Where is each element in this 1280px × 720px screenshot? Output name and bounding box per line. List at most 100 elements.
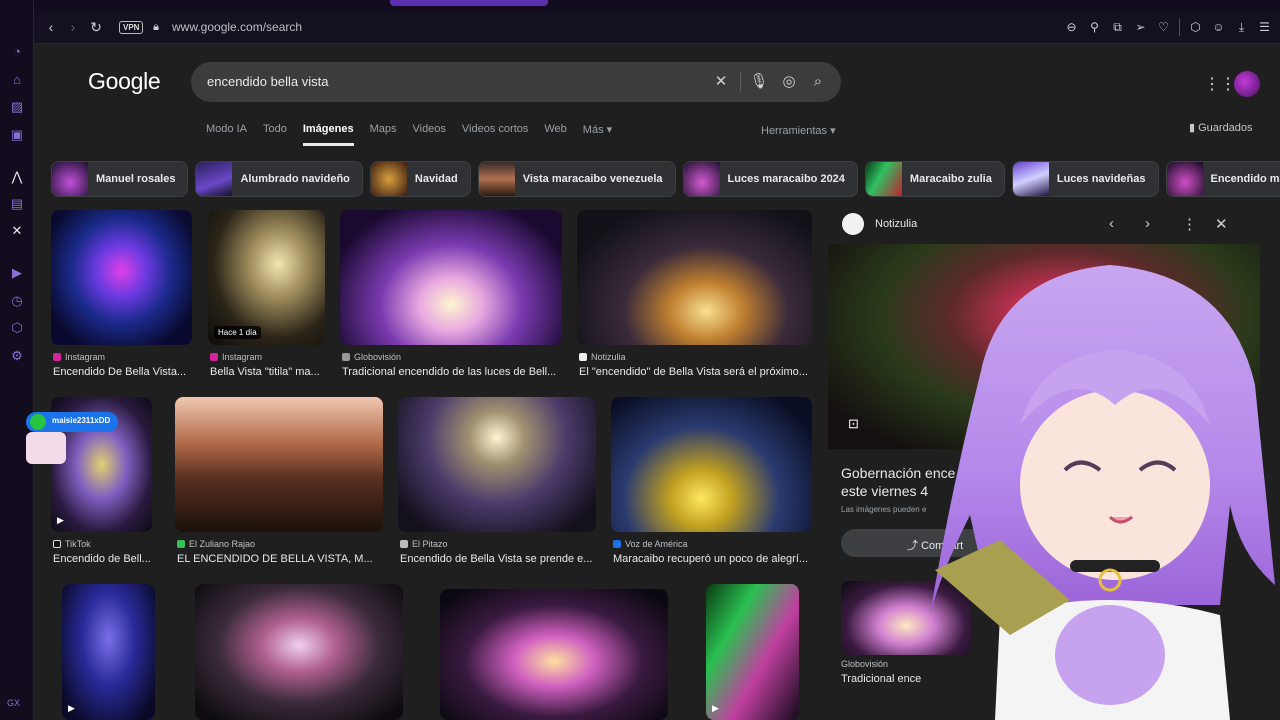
result-thumbnail[interactable]: ▶ [706, 584, 799, 720]
result-source[interactable]: El Pitazo [400, 539, 448, 549]
profile-icon[interactable]: ☺ [1211, 18, 1226, 36]
messenger-icon[interactable]: ▣ [9, 127, 25, 143]
tab-short-videos[interactable]: Videos cortos [462, 123, 528, 146]
active-tab[interactable] [390, 0, 548, 6]
prev-icon[interactable]: ‹ [1109, 215, 1114, 232]
result-caption[interactable]: Encendido de Bell... [53, 553, 153, 565]
result-thumbnail[interactable] [577, 210, 812, 345]
search-bar[interactable]: encendido bella vista ✕ 🎙︎ ◎ ⌕ [191, 62, 841, 102]
preview-image[interactable]: ⊡ [828, 244, 1260, 449]
result-caption[interactable]: Bella Vista "titila" ma... [210, 366, 325, 378]
chip[interactable]: Alumbrado navideño [195, 161, 363, 197]
search-divider [740, 72, 741, 92]
related-source[interactable]: Globovisión [841, 659, 888, 669]
chip-thumbnail [196, 162, 233, 196]
result-source[interactable]: Notizulia [579, 352, 626, 362]
panel-source-name[interactable]: Notizulia [875, 218, 917, 230]
lens-search-icon[interactable]: ⊡ [848, 416, 859, 432]
chip[interactable]: Vista maracaibo venezuela [477, 161, 676, 197]
chip[interactable]: Luces maracaibo 2024 [682, 161, 858, 197]
send-icon[interactable]: ➢ [1133, 18, 1148, 36]
result-thumbnail[interactable] [611, 397, 812, 532]
search-icon[interactable]: ⌕ [808, 72, 828, 92]
mic-icon[interactable]: 🎙︎ [749, 72, 769, 92]
avatar[interactable] [1234, 71, 1260, 97]
result-thumbnail[interactable] [440, 589, 668, 720]
google-logo[interactable]: Google [88, 68, 161, 95]
tab-images[interactable]: Imágenes [302, 123, 354, 146]
saved-label: Guardados [1198, 122, 1253, 134]
related-caption[interactable]: Tradicional ence [841, 673, 921, 685]
more-icon[interactable]: ⋮ [1182, 215, 1197, 233]
menu-icon[interactable]: ☰ [1257, 18, 1272, 36]
bag-icon[interactable]: ⌂ [9, 72, 25, 88]
x-icon[interactable]: ✕ [9, 223, 25, 239]
tab-maps[interactable]: Maps [370, 123, 397, 146]
chip[interactable]: Manuel rosales [51, 161, 189, 197]
result-caption[interactable]: EL ENCENDIDO DE BELLA VISTA, M... [177, 553, 382, 565]
related-thumbnail[interactable] [841, 581, 971, 655]
result-source-label: Instagram [65, 352, 106, 362]
close-icon[interactable]: ✕ [1215, 215, 1228, 233]
result-thumbnail[interactable]: ▶ [62, 584, 155, 720]
clear-icon[interactable]: ✕ [711, 72, 731, 92]
result-caption[interactable]: Tradicional encendido de las luces de Be… [342, 366, 564, 378]
snapshot-icon[interactable]: ⧉ [1110, 18, 1125, 36]
chip-thumbnail [52, 162, 88, 196]
result-source[interactable]: Voz de América [613, 539, 688, 549]
reload-icon[interactable]: ↻ [87, 18, 105, 36]
result-source-label: Notizulia [591, 352, 626, 362]
tab-all[interactable]: Todo [263, 123, 287, 146]
result-thumbnail[interactable] [51, 210, 192, 345]
chip-thumbnail [478, 162, 515, 196]
lock-icon[interactable]: 🔒︎ [147, 18, 165, 36]
chip[interactable]: Navidad [369, 161, 471, 197]
tab-videos[interactable]: Videos [412, 123, 445, 146]
tab-more[interactable]: Más ▾ [583, 123, 612, 146]
chip[interactable]: Luces navideñas [1011, 161, 1159, 197]
result-thumbnail[interactable] [195, 584, 403, 720]
back-icon[interactable]: ‹ [42, 18, 60, 36]
result-caption[interactable]: Maracaibo recuperó un poco de alegrí... [613, 553, 813, 565]
result-source[interactable]: Instagram [210, 352, 262, 362]
aria-icon[interactable]: ⋀ [9, 169, 25, 185]
forward-icon[interactable]: › [64, 18, 82, 36]
zoom-icon[interactable]: ⊖ [1064, 18, 1079, 36]
result-source[interactable]: TikTok [53, 539, 91, 549]
player-icon[interactable]: ▶ [9, 265, 25, 281]
pattern-icon[interactable]: ▨ [9, 99, 25, 115]
result-thumbnail[interactable] [398, 397, 596, 532]
lens-icon[interactable]: ◎ [779, 72, 799, 92]
result-source[interactable]: Instagram [53, 352, 105, 362]
pin-icon[interactable]: ⚲ [1087, 18, 1102, 36]
chip[interactable]: Encendido maracaib [1165, 161, 1280, 197]
result-thumbnail[interactable]: Hace 1 día [208, 210, 325, 345]
chip[interactable]: Maracaibo zulia [864, 161, 1005, 197]
share-button[interactable]: ⤴ Compart [841, 529, 1011, 557]
address-bar[interactable]: www.google.com/search [172, 20, 302, 34]
twitch-icon[interactable]: ▤ [9, 196, 25, 212]
panel-title[interactable]: Gobernación ence este viernes 4 [841, 464, 955, 500]
browser-sidebar: ◔ ⌂ ▨ ▣ ⋀ ▤ ✕ ▶ ◷ ⬡ ⚙ GX [0, 0, 34, 720]
result-source[interactable]: El Zuliano Rajao [177, 539, 255, 549]
result-source[interactable]: Globovisión [342, 352, 401, 362]
extensions-icon[interactable]: ⬡ [9, 320, 25, 336]
tab-ai-mode[interactable]: Modo IA [206, 123, 247, 146]
vpn-badge[interactable]: VPN [119, 21, 144, 34]
result-caption[interactable]: El "encendido" de Bella Vista será el pr… [579, 366, 811, 378]
saved-button[interactable]: ▮ Guardados [1189, 121, 1253, 134]
result-caption[interactable]: Encendido de Bella Vista se prende e... [400, 553, 596, 565]
speed-dial-icon[interactable]: ◔ [9, 44, 25, 60]
result-caption[interactable]: Encendido De Bella Vista... [53, 366, 193, 378]
tools-button[interactable]: Herramientas ▾ [761, 124, 836, 137]
result-thumbnail[interactable] [340, 210, 562, 345]
heart-icon[interactable]: ♡ [1156, 18, 1171, 36]
result-thumbnail[interactable] [175, 397, 383, 532]
history-icon[interactable]: ◷ [9, 293, 25, 309]
next-icon[interactable]: › [1145, 215, 1150, 232]
extensions-toolbar-icon[interactable]: ⬡ [1188, 18, 1203, 36]
settings-icon[interactable]: ⚙ [9, 348, 25, 364]
tab-web[interactable]: Web [544, 123, 566, 146]
search-input[interactable]: encendido bella vista [207, 74, 328, 89]
download-icon[interactable]: ⤓ [1234, 18, 1249, 36]
